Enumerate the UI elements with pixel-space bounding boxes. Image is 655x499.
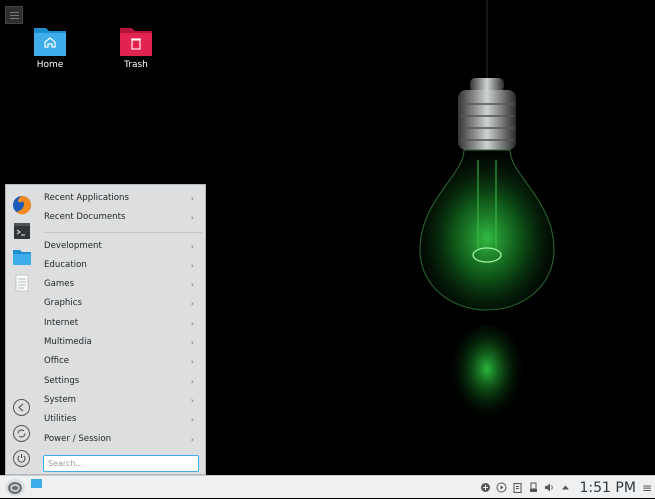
menu-item-label: Power / Session bbox=[44, 433, 112, 444]
menu-category-list: Recent Applications › Recent Documents › D… bbox=[38, 189, 202, 449]
application-menu: Recent Applications › Recent Documents › D… bbox=[5, 184, 206, 475]
menu-item-utilities[interactable]: Utilities › bbox=[38, 410, 202, 429]
system-tray: 1:51 PM ≡ bbox=[480, 476, 655, 499]
favorites-sidebar bbox=[6, 185, 37, 474]
volume-icon[interactable] bbox=[544, 482, 556, 494]
menu-item-label: Multimedia bbox=[44, 337, 92, 348]
text-editor-icon[interactable] bbox=[12, 273, 32, 293]
chevron-right-icon: › bbox=[190, 415, 194, 425]
menu-item-office[interactable]: Office › bbox=[38, 352, 202, 371]
menu-item-graphics[interactable]: Graphics › bbox=[38, 294, 202, 313]
menu-item-system[interactable]: System › bbox=[38, 391, 202, 410]
opensuse-logo-icon bbox=[8, 481, 22, 494]
menu-item-label: Games bbox=[44, 279, 75, 290]
chevron-right-icon: › bbox=[190, 299, 194, 309]
menu-item-label: System bbox=[44, 394, 77, 405]
media-icon[interactable] bbox=[496, 482, 508, 494]
back-icon[interactable] bbox=[13, 399, 30, 416]
menu-item-power-session[interactable]: Power / Session › bbox=[38, 430, 202, 449]
chevron-right-icon: › bbox=[190, 213, 194, 223]
taskbar-panel: 1:51 PM ≡ bbox=[0, 475, 655, 498]
menu-item-label: Settings bbox=[44, 375, 80, 386]
menu-item-internet[interactable]: Internet › bbox=[38, 314, 202, 333]
chevron-right-icon: › bbox=[190, 357, 194, 367]
devices-icon[interactable] bbox=[528, 482, 540, 494]
menu-item-games[interactable]: Games › bbox=[38, 275, 202, 294]
menu-item-recent-applications[interactable]: Recent Applications › bbox=[38, 189, 202, 208]
chevron-right-icon: › bbox=[190, 241, 194, 251]
menu-item-label: Graphics bbox=[44, 298, 82, 309]
menu-item-multimedia[interactable]: Multimedia › bbox=[38, 333, 202, 352]
menu-separator bbox=[44, 231, 202, 233]
chevron-right-icon: › bbox=[190, 376, 194, 386]
network-icon[interactable] bbox=[480, 482, 492, 494]
menu-item-label: Utilities bbox=[44, 414, 77, 425]
chevron-right-icon: › bbox=[190, 318, 194, 328]
chevron-right-icon: › bbox=[190, 280, 194, 290]
menu-item-settings[interactable]: Settings › bbox=[38, 372, 202, 391]
digital-clock[interactable]: 1:51 PM bbox=[580, 480, 636, 496]
expand-tray-icon[interactable] bbox=[560, 482, 572, 494]
desktop-icon-trash[interactable]: Trash bbox=[106, 22, 166, 70]
desktop-icon-label: Trash bbox=[124, 60, 148, 70]
menu-item-label: Recent Applications bbox=[44, 193, 129, 203]
trash-folder-icon bbox=[120, 28, 152, 56]
application-launcher-button[interactable] bbox=[5, 479, 25, 496]
menu-item-education[interactable]: Education › bbox=[38, 256, 202, 275]
desktop-icon-label: Home bbox=[36, 60, 64, 70]
menu-item-recent-documents[interactable]: Recent Documents › bbox=[38, 208, 202, 227]
chevron-right-icon: › bbox=[190, 260, 194, 270]
home-folder-icon bbox=[34, 28, 66, 56]
power-icon[interactable] bbox=[13, 450, 30, 467]
menu-item-label: Recent Documents bbox=[44, 212, 126, 223]
chevron-right-icon: › bbox=[190, 194, 194, 203]
terminal-icon[interactable] bbox=[12, 221, 32, 241]
chevron-right-icon: › bbox=[190, 434, 194, 444]
file-manager-icon[interactable] bbox=[12, 247, 32, 267]
search-input[interactable] bbox=[43, 455, 199, 472]
refresh-icon[interactable] bbox=[13, 425, 30, 442]
menu-item-label: Development bbox=[44, 240, 102, 251]
menu-item-label: Office bbox=[44, 356, 70, 367]
lightbulb-wallpaper bbox=[419, 0, 555, 435]
virtual-desktop-pager[interactable] bbox=[31, 479, 42, 488]
chevron-right-icon: › bbox=[190, 395, 194, 405]
desktop-icon-home[interactable]: Home bbox=[20, 22, 80, 70]
menu-item-development[interactable]: Development › bbox=[38, 237, 202, 256]
firefox-icon[interactable] bbox=[12, 195, 32, 215]
menu-item-label: Education bbox=[44, 259, 87, 270]
panel-options-icon[interactable]: ≡ bbox=[642, 481, 652, 495]
chevron-right-icon: › bbox=[190, 338, 194, 348]
menu-item-label: Internet bbox=[44, 317, 79, 328]
clipboard-icon[interactable] bbox=[512, 482, 524, 494]
